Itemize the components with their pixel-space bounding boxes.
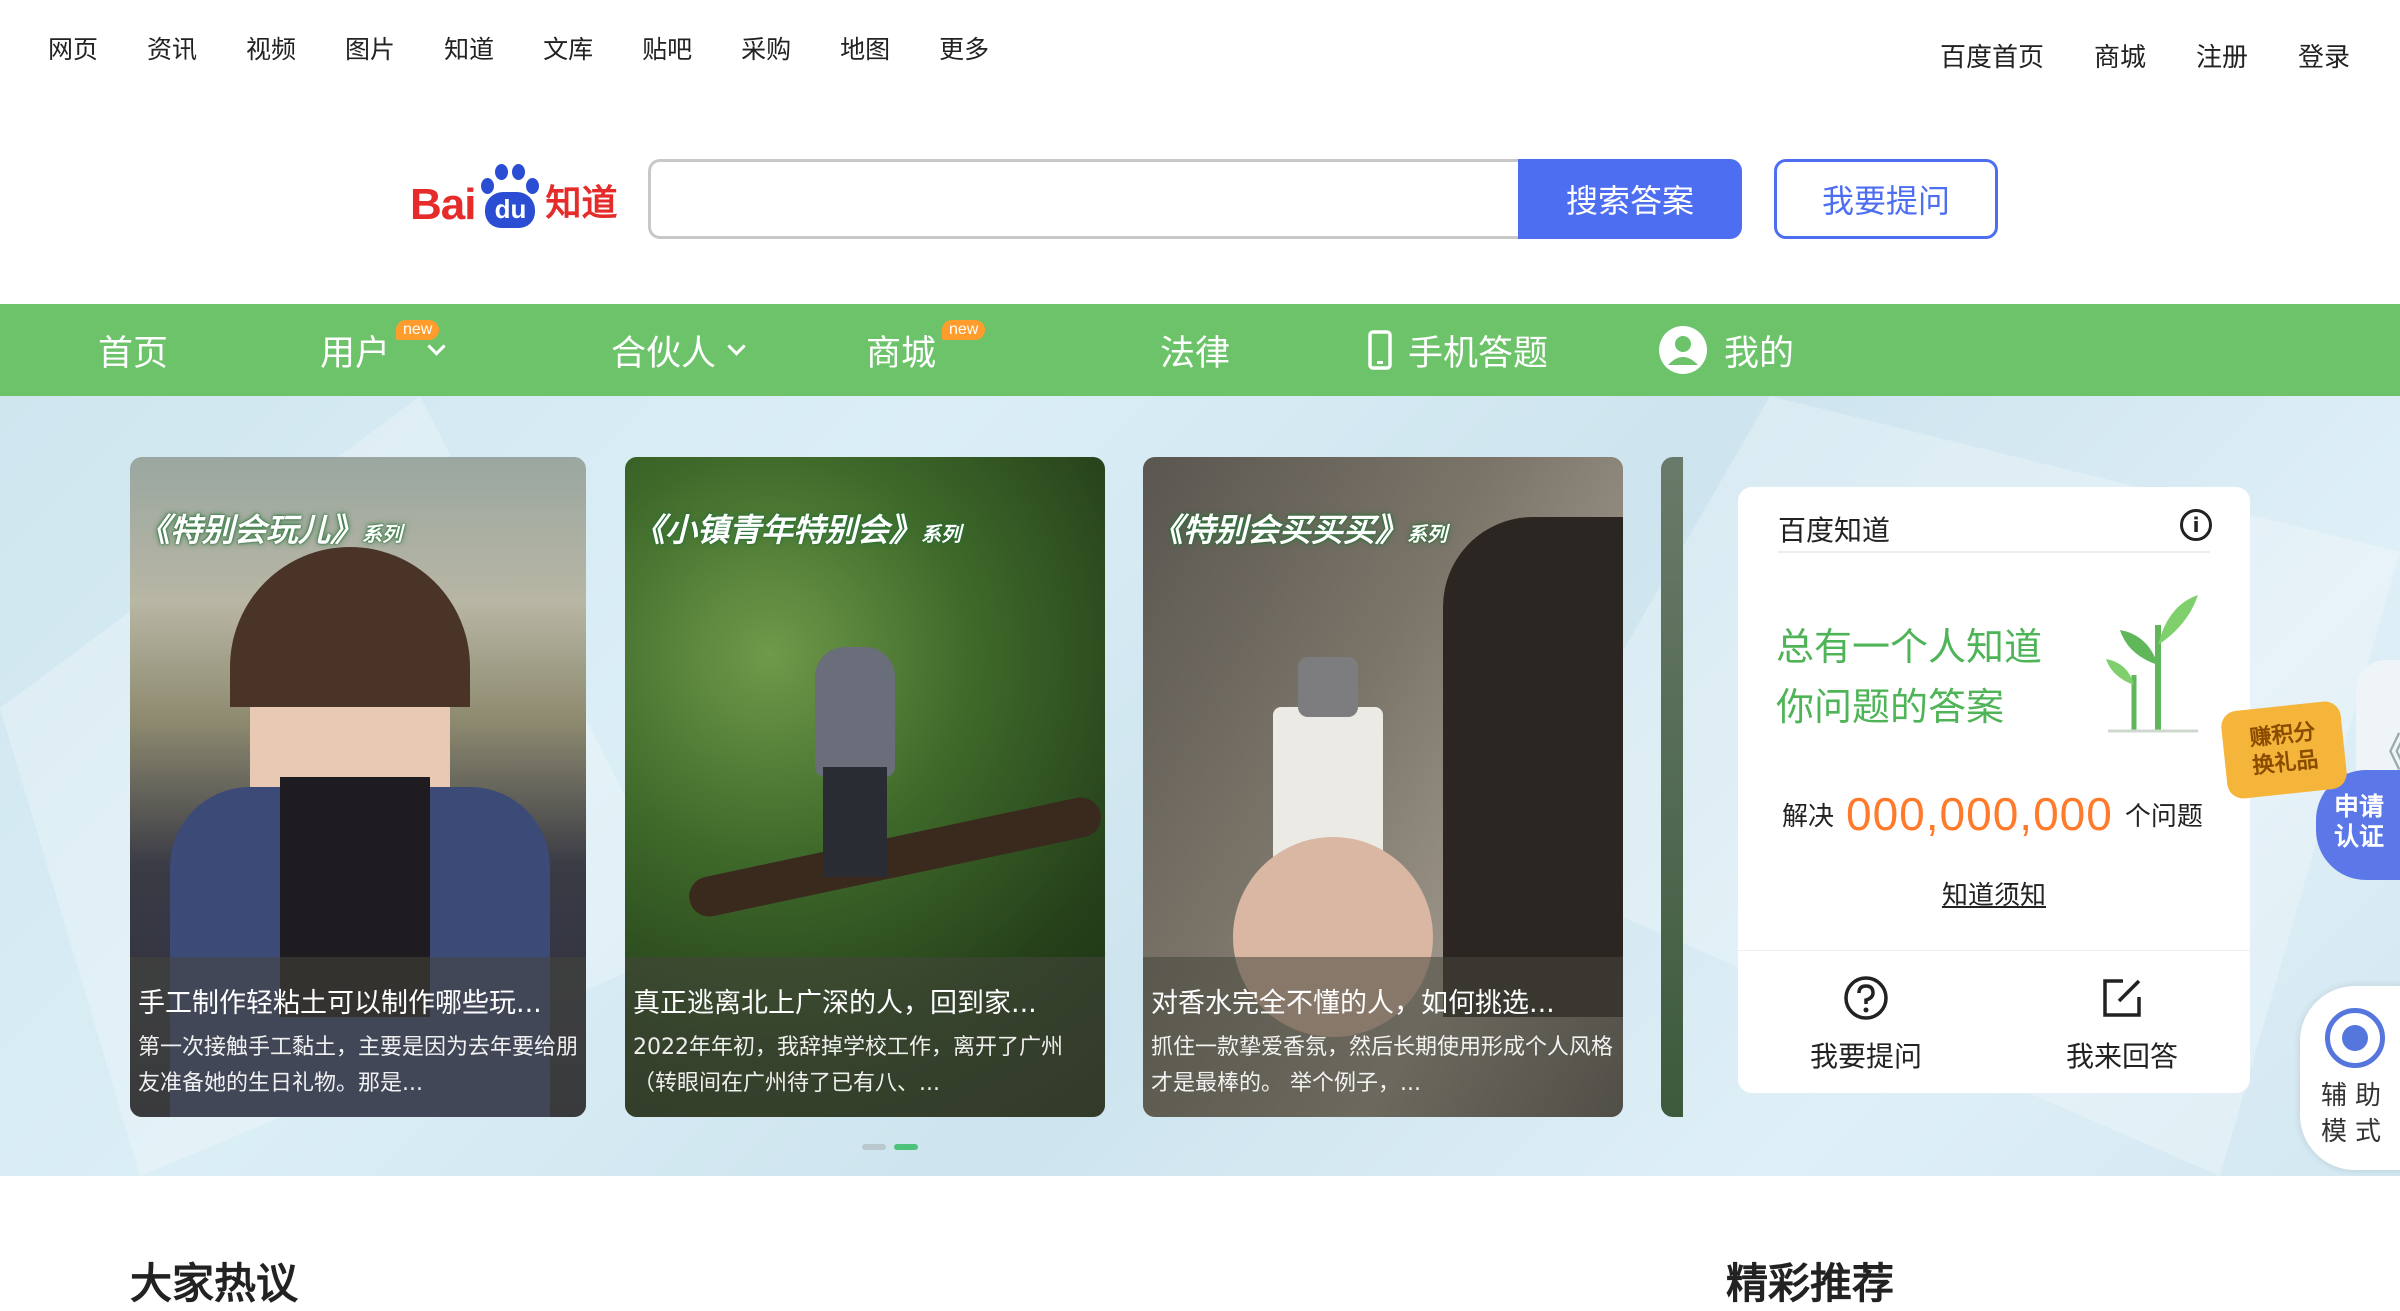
series-suffix: 系列 <box>362 522 403 546</box>
section-title-recommend: 精彩推荐 <box>1726 1259 1895 1308</box>
top-nav-right: 百度首页 商城 注册 登录 <box>1890 37 2350 74</box>
menu-partner[interactable]: 合伙人 <box>611 304 746 396</box>
menu-user-label: 用户 <box>320 333 391 374</box>
solved-unit: 个问题 <box>2124 801 2203 832</box>
menu-mine-label: 我的 <box>1724 333 1795 374</box>
search-answer-button[interactable]: 搜索答案 <box>1518 159 1742 239</box>
chevron-down-icon <box>727 336 746 356</box>
nav-link-tieba[interactable]: 贴吧 <box>642 30 692 66</box>
nav-link-purchase[interactable]: 采购 <box>741 30 791 66</box>
top-nav-left: 网页 资讯 视频 图片 知道 文库 贴吧 采购 地图 更多 <box>48 30 1038 66</box>
zhidao-rules-link[interactable]: 知道须知 <box>1738 875 2250 912</box>
search-box <box>648 159 1520 239</box>
card-caption: 对香水完全不懂的人，如何挑选... 抓住一款挚爱香氛，然后长期使用形成个人风格才… <box>1143 957 1623 1117</box>
feature-card-next-peek[interactable] <box>1661 457 1683 1117</box>
carousel-dot[interactable] <box>862 1144 886 1150</box>
panel-slogan: 总有一个人知道 你问题的答案 <box>1776 617 2042 737</box>
menu-mobile-answer[interactable]: 手机答题 <box>1366 304 1548 396</box>
zhidao-info-panel: 百度知道 i 总有一个人知道 你问题的答案 解决 000,000,000 个问题… <box>1738 487 2250 1093</box>
panel-answer-label: 我来回答 <box>2065 1040 2178 1073</box>
new-badge: new <box>942 320 986 340</box>
card-title[interactable]: 手工制作轻粘土可以制作哪些玩... <box>138 981 578 1020</box>
question-icon <box>1844 976 1888 1020</box>
login-link[interactable]: 登录 <box>2298 37 2350 74</box>
nav-link-web[interactable]: 网页 <box>48 30 98 66</box>
menu-user[interactable]: 用户 <box>320 304 446 396</box>
solved-label: 解决 <box>1782 801 1835 832</box>
menu-home[interactable]: 首页 <box>98 304 168 396</box>
earn-points-label: 赚积分换礼品 <box>2248 719 2320 780</box>
nav-link-zhidao[interactable]: 知道 <box>444 30 494 66</box>
panel-answer-button[interactable]: 我来回答 <box>1994 951 2250 1093</box>
assist-mode-label: 辅助模式 <box>2320 1081 2389 1147</box>
menu-partner-label: 合伙人 <box>611 333 717 374</box>
logo-bai-text: Bai <box>410 180 476 229</box>
phone-icon <box>1368 330 1392 370</box>
nav-link-more[interactable]: 更多 <box>939 30 989 66</box>
info-icon[interactable]: i <box>2180 509 2212 541</box>
paw-icon: du <box>479 164 541 230</box>
card-description: 抓住一款挚爱香氛，然后长期使用形成个人风格才是最棒的。 举个例子，... <box>1151 1035 1614 1096</box>
panel-ask-button[interactable]: 我要提问 <box>1738 951 1994 1093</box>
menu-mall-label: 商城 <box>866 333 937 374</box>
section-title-hot: 大家热议 <box>130 1259 299 1308</box>
menu-mine[interactable]: 我的 <box>1658 304 1794 396</box>
panel-title: 百度知道 <box>1778 509 2210 553</box>
slogan-line-1: 总有一个人知道 <box>1776 625 2043 669</box>
accessibility-icon <box>2325 1008 2385 1068</box>
card-description: 2022年年初，我辞掉学校工作，离开了广州（转眼间在广州待了已有八、... <box>633 1035 1063 1096</box>
menu-mobile-answer-label: 手机答题 <box>1408 333 1549 374</box>
search-input[interactable] <box>651 162 1520 236</box>
nav-link-map[interactable]: 地图 <box>840 30 890 66</box>
nav-link-images[interactable]: 图片 <box>345 30 395 66</box>
nav-link-news[interactable]: 资讯 <box>147 30 197 66</box>
series-name: 《特别会玩儿》 <box>138 511 363 549</box>
card-description: 第一次接触手工黏土，主要是因为去年要给朋友准备她的生日礼物。那是... <box>138 1035 578 1096</box>
logo-zhidao-text: 知道 <box>545 183 618 224</box>
card-caption: 手工制作轻粘土可以制作哪些玩... 第一次接触手工黏土，主要是因为去年要给朋友准… <box>130 957 586 1117</box>
sprout-icon <box>2106 595 2198 733</box>
nav-link-wenku[interactable]: 文库 <box>543 30 593 66</box>
baidu-zhidao-logo[interactable]: Bai du 知道 <box>410 164 618 230</box>
menu-home-label: 首页 <box>98 333 169 374</box>
baidu-home-link[interactable]: 百度首页 <box>1940 37 2044 74</box>
card-series-title: 《小镇青年特别会》系列 <box>633 505 961 551</box>
user-avatar-icon <box>1659 326 1707 374</box>
carousel-indicator <box>862 1144 926 1150</box>
series-suffix: 系列 <box>921 522 962 546</box>
solved-number: 000,000,000 <box>1846 788 2113 840</box>
register-link[interactable]: 注册 <box>2196 37 2248 74</box>
top-nav: 网页 资讯 视频 图片 知道 文库 贴吧 采购 地图 更多 百度首页 商城 注册… <box>0 0 2400 110</box>
assist-mode-button[interactable]: 辅助模式 <box>2300 986 2400 1170</box>
earn-points-badge[interactable]: 赚积分换礼品 <box>2219 699 2349 801</box>
panel-ask-label: 我要提问 <box>1809 1040 1922 1073</box>
slogan-line-2: 你问题的答案 <box>1776 685 2005 729</box>
series-suffix: 系列 <box>1407 522 1448 546</box>
menu-law[interactable]: 法律 <box>1160 304 1230 396</box>
series-name: 《特别会买买买》 <box>1151 511 1408 549</box>
ask-question-button[interactable]: 我要提问 <box>1774 159 1998 239</box>
menu-law-label: 法律 <box>1160 333 1231 374</box>
card-series-title: 《特别会买买买》系列 <box>1151 505 1447 551</box>
card-series-title: 《特别会玩儿》系列 <box>138 505 402 551</box>
nav-link-video[interactable]: 视频 <box>246 30 296 66</box>
main-menu-bar: 首页 用户 new 合伙人 商城 new 法律 手机答题 我的 <box>0 304 2400 396</box>
feature-card-1[interactable]: 《特别会玩儿》系列 手工制作轻粘土可以制作哪些玩... 第一次接触手工黏土，主要… <box>130 457 586 1117</box>
logo-du-text: du <box>485 192 536 228</box>
feature-card-3[interactable]: 《特别会买买买》系列 对香水完全不懂的人，如何挑选... 抓住一款挚爱香氛，然后… <box>1143 457 1623 1117</box>
card-title[interactable]: 对香水完全不懂的人，如何挑选... <box>1151 981 1615 1020</box>
panel-actions: 我要提问 我来回答 <box>1738 950 2250 1093</box>
card-title[interactable]: 真正逃离北上广深的人，回到家... <box>633 981 1097 1020</box>
certify-label: 申请认证 <box>2334 792 2385 851</box>
series-name: 《小镇青年特别会》 <box>633 511 922 549</box>
edit-icon <box>2103 979 2141 1017</box>
menu-mall[interactable]: 商城 <box>866 304 936 396</box>
card-caption: 真正逃离北上广深的人，回到家... 2022年年初，我辞掉学校工作，离开了广州（… <box>625 957 1105 1117</box>
feature-card-2[interactable]: 《小镇青年特别会》系列 真正逃离北上广深的人，回到家... 2022年年初，我辞… <box>625 457 1105 1117</box>
mall-link[interactable]: 商城 <box>2094 37 2146 74</box>
carousel-dot-active[interactable] <box>894 1144 918 1150</box>
solved-counter: 解决 000,000,000 个问题 <box>1782 787 2203 841</box>
new-badge: new <box>396 320 440 340</box>
